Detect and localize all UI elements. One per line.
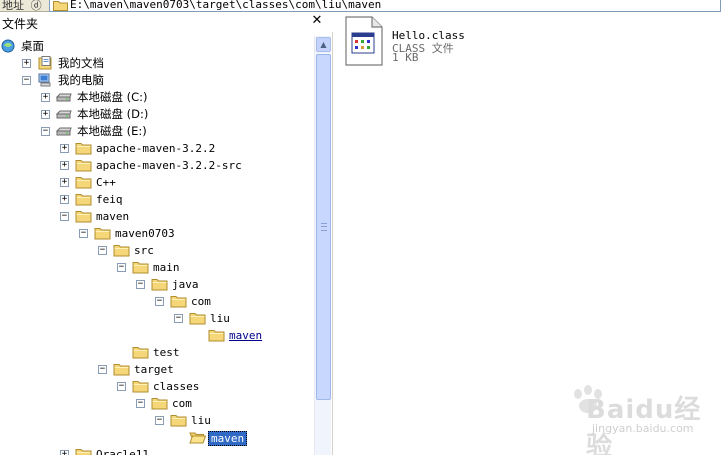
folder-icon [75,194,92,206]
folder-open-icon [189,432,206,444]
tree-item-label[interactable]: 桌面 [19,40,46,53]
folder-icon [53,1,68,11]
folder-icon [75,211,92,223]
tree-item-label[interactable]: maven [208,431,248,446]
folder-icon [132,347,149,359]
expand-icon[interactable]: + [60,450,69,455]
file-item[interactable]: Hello.class CLASS 文件 1 KB [344,16,484,72]
folder-icon [151,398,168,410]
scroll-grip-icon [321,223,327,231]
drive-icon [56,93,72,102]
desktop-icon [1,39,15,53]
collapse-icon[interactable]: − [174,314,183,323]
expand-icon[interactable]: + [60,161,69,170]
folder-icon [189,313,206,325]
collapse-icon[interactable]: − [41,127,50,136]
collapse-icon[interactable]: − [155,416,164,425]
tree-item-label[interactable]: apache-maven-3.2.2-src [94,159,244,172]
folder-icon [75,143,92,155]
tree-item-label[interactable]: 我的电脑 [56,74,106,87]
collapse-icon[interactable]: − [136,280,145,289]
folder-icon [113,245,130,257]
collapse-icon[interactable]: − [22,76,31,85]
drive-icon [56,127,72,136]
collapse-icon[interactable]: − [98,246,107,255]
tree-item-label[interactable]: feiq [94,193,125,206]
tree-item-label[interactable]: 本地磁盘 (D:) [75,108,150,121]
expand-icon[interactable]: + [60,178,69,187]
folders-pane: 文件夹 ✕ 桌面 + 我的文档 − 我的电脑 + 本地磁盘 (C:) + 本地磁盘 (D:) − 本… [0,12,333,455]
collapse-icon[interactable]: − [117,382,126,391]
my-documents-icon [38,56,52,70]
tree-item-label[interactable]: target [132,363,176,376]
my-computer-icon [38,73,51,87]
expand-icon[interactable]: + [41,110,50,119]
tree-item-label[interactable]: 我的文档 [56,57,106,70]
address-bar: 地址 ⓓ E:\maven\maven0703\target\classes\c… [0,0,721,12]
folder-icon [132,381,149,393]
tree-item-label[interactable]: java [170,278,201,291]
tree-item-label[interactable]: main [151,261,182,274]
address-input[interactable]: E:\maven\maven0703\target\classes\com\li… [49,0,721,12]
tree-item-label[interactable]: liu [208,312,232,325]
tree-item-label[interactable]: test [151,346,182,359]
folder-icon [75,449,92,455]
folders-pane-title: 文件夹 [2,17,39,31]
watermark-url: jingyan.baidu.com [592,422,694,435]
collapse-icon[interactable]: − [60,212,69,221]
scroll-up-button[interactable]: ▲ [316,37,331,52]
folder-icon [170,296,187,308]
tree-item-label[interactable]: maven [94,210,131,223]
folder-icon [75,177,92,189]
tree-item-label[interactable]: src [132,244,156,257]
folder-icon [113,364,130,376]
tree-item-label[interactable]: apache-maven-3.2.2 [94,142,217,155]
expand-icon[interactable]: + [60,195,69,204]
tree-item-label[interactable]: 本地磁盘 (C:) [75,91,150,104]
tree-item-label[interactable]: 本地磁盘 (E:) [75,125,149,138]
tree-item-label[interactable]: maven [227,329,264,342]
collapse-icon[interactable]: − [98,365,107,374]
scroll-thumb[interactable] [316,54,331,400]
expand-icon[interactable]: + [41,93,50,102]
file-size: 1 KB [392,51,419,64]
tree-item-label[interactable]: maven0703 [113,227,177,240]
collapse-icon[interactable]: − [155,297,164,306]
folders-pane-header: 文件夹 ✕ [0,12,333,32]
collapse-icon[interactable]: − [136,399,145,408]
address-path[interactable]: E:\maven\maven0703\target\classes\com\li… [70,0,381,11]
drive-icon [56,110,72,119]
close-icon[interactable]: ✕ [310,13,324,29]
class-file-icon [345,16,383,66]
vertical-scrollbar[interactable]: ▲ [314,36,331,455]
expand-icon[interactable]: + [22,59,31,68]
expand-icon[interactable]: + [60,144,69,153]
folder-icon [94,228,111,240]
collapse-icon[interactable]: − [79,229,88,238]
collapse-icon[interactable]: − [117,263,126,272]
tree-item-label[interactable]: liu [189,414,213,427]
tree-item-label[interactable]: com [189,295,213,308]
folder-icon [75,160,92,172]
tree-item-label[interactable]: com [170,397,194,410]
folder-icon [151,279,168,291]
tree-item-label[interactable]: C++ [94,176,118,189]
tree-item-label[interactable]: Oracle11 [94,448,151,455]
folder-icon [132,262,149,274]
folder-icon [208,330,225,342]
tree-item-label[interactable]: classes [151,380,201,393]
folder-icon [170,415,187,427]
